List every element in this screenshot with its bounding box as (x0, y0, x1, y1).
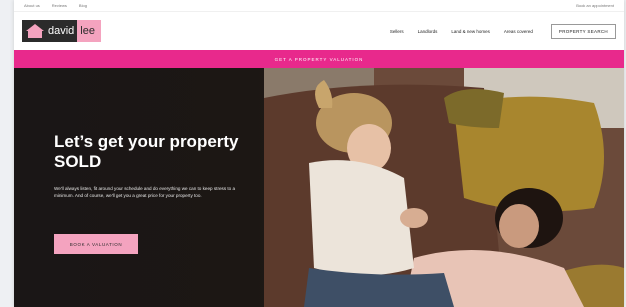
property-search-button[interactable]: PROPERTY SEARCH (550, 23, 616, 39)
hero-description: We'll always listen, fit around your sch… (54, 186, 236, 198)
nav-item-sellers[interactable]: Sellers (390, 29, 404, 34)
hero-text: Let’s get your property SOLD We'll alway… (54, 132, 244, 199)
nav-item-landlords[interactable]: Landlords (418, 29, 438, 34)
hero-photo (264, 68, 624, 307)
utility-bar: About us Reviews Blog Book an appointmen… (14, 0, 624, 12)
site-header: david lee Sellers Landlords Land & new h… (14, 12, 624, 50)
utility-link-appointment[interactable]: Book an appointment (576, 3, 614, 8)
nav-item-land-new-homes[interactable]: Land & new homes (451, 29, 490, 34)
hero-section: Let’s get your property SOLD We'll alway… (14, 68, 624, 307)
utility-right: Book an appointment (576, 3, 614, 8)
valuation-banner[interactable]: GET A PROPERTY VALUATION (14, 50, 624, 68)
main-nav: Sellers Landlords Land & new homes Areas… (390, 23, 616, 39)
hero-title: Let’s get your property SOLD (54, 132, 239, 171)
utility-link-about[interactable]: About us (24, 3, 40, 8)
logo-text-david: david (48, 20, 78, 42)
browser-frame: About us Reviews Blog Book an appointmen… (14, 0, 624, 307)
house-icon (22, 20, 48, 42)
utility-links: About us Reviews Blog (24, 3, 87, 8)
utility-link-blog[interactable]: Blog (79, 3, 87, 8)
logo-text-lee: lee (77, 20, 101, 42)
book-valuation-button[interactable]: BOOK A VALUATION (54, 234, 138, 254)
nav-item-areas-covered[interactable]: Areas covered (504, 29, 533, 34)
logo[interactable]: david lee (22, 19, 101, 43)
utility-link-reviews[interactable]: Reviews (52, 3, 67, 8)
